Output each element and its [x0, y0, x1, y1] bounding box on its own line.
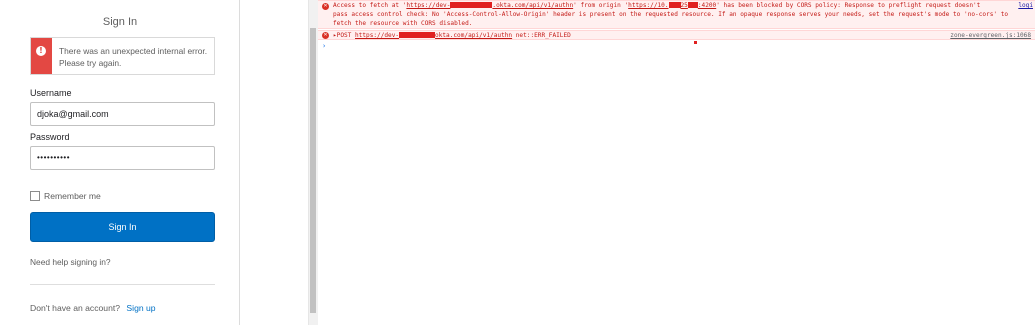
post-url-b: okta.com/api/v1/authn — [435, 32, 513, 39]
scrollbar-thumb[interactable] — [310, 28, 316, 313]
redaction-mark — [450, 2, 493, 8]
msg1-url-b: .okta.com/api/v1/authn — [492, 2, 574, 9]
msg1-prefix: Access to fetch at ' — [333, 2, 407, 9]
error-alert: ! There was an unexpected internal error… — [30, 37, 215, 75]
error-icon: ! — [36, 46, 46, 56]
console-error-icon: ✕ — [322, 3, 329, 10]
console-error-line-2: pass access control check: No 'Access-Co… — [333, 11, 1009, 18]
signin-panel: Sign In ! There was an unexpected intern… — [0, 0, 240, 325]
signup-row: Don't have an account? Sign up — [30, 303, 156, 313]
msg1-origin-c: :4200 — [697, 2, 717, 9]
screenshot-root: Sign In ! There was an unexpected intern… — [0, 0, 1035, 325]
username-field[interactable]: djoka@gmail.com — [30, 102, 215, 126]
signin-title: Sign In — [102, 16, 138, 28]
msg1-suffix: ' has been blocked by CORS policy: Respo… — [716, 2, 981, 9]
password-label: Password — [30, 132, 70, 142]
post-url[interactable]: https://dev-okta.com/api/v1/authn — [355, 32, 512, 39]
console-source-link[interactable]: zone-evergreen.js:1068 — [950, 32, 1031, 39]
help-signing-in-link[interactable]: Need help signing in? — [30, 257, 111, 267]
console-error-line-3: fetch the resource with CORS disabled. — [333, 20, 473, 27]
msg1-origin[interactable]: https://10. 25 :4200 — [628, 2, 716, 9]
console-prompt-icon[interactable]: › — [322, 42, 326, 50]
devtools-console: ✕ Access to fetch at 'https://dev- .okta.… — [318, 0, 1035, 325]
msg1-url[interactable]: https://dev- .okta.com/api/v1/authn — [406, 2, 573, 9]
password-field[interactable]: •••••••••• — [30, 146, 215, 170]
redaction-mark — [668, 2, 681, 8]
console-source-link[interactable]: logi — [1018, 2, 1033, 9]
signup-prompt: Don't have an account? — [30, 303, 121, 313]
signup-link[interactable]: Sign up — [126, 303, 155, 313]
msg1-mid: ' from origin ' — [573, 2, 629, 9]
redaction-mark — [687, 2, 698, 8]
remember-me-label[interactable]: Remember me — [44, 191, 101, 201]
console-error-cors: ✕ Access to fetch at 'https://dev- .okta.… — [318, 0, 1035, 29]
post-status: net::ERR_FAILED — [515, 32, 571, 39]
msg1-origin-a: https://10. — [628, 2, 669, 9]
username-label: Username — [30, 88, 72, 98]
console-error-post: ✕ ▸POST https://dev-okta.com/api/v1/auth… — [318, 30, 1035, 40]
post-url-a: https://dev- — [355, 32, 400, 39]
console-post-line: ▸POST https://dev-okta.com/api/v1/authn … — [333, 32, 571, 40]
msg1-origin-b: 25 — [680, 2, 688, 9]
remember-me-checkbox[interactable] — [30, 191, 40, 201]
error-message: There was an unexpected internal error. … — [59, 46, 208, 68]
divider — [30, 284, 215, 285]
signin-button[interactable]: Sign In — [30, 212, 215, 242]
redaction-mark — [694, 41, 697, 44]
post-method[interactable]: ▸POST — [333, 32, 351, 39]
console-error-line-1: Access to fetch at 'https://dev- .okta.co… — [333, 2, 980, 10]
msg1-url-a: https://dev- — [406, 2, 451, 9]
redaction-mark — [399, 32, 436, 38]
error-alert-strip: ! — [31, 38, 52, 74]
console-error-icon: ✕ — [322, 32, 329, 39]
